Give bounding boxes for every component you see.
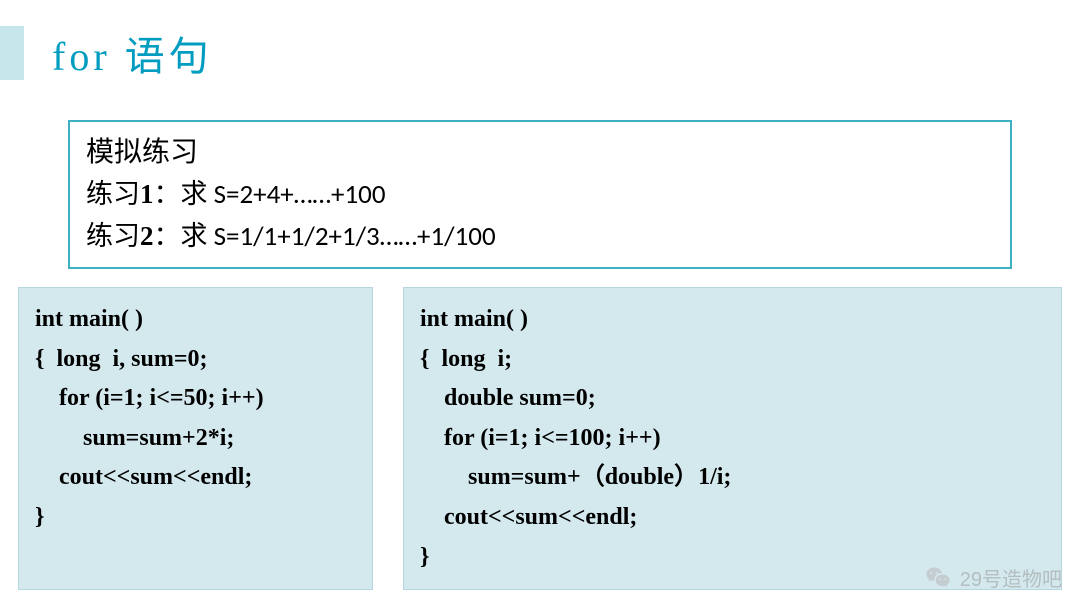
exercise-1-equation: ：求 S=2+4+……+100 [154, 178, 386, 211]
header-accent-bar [0, 26, 24, 80]
exercise-2-label: 练习 [86, 221, 140, 251]
problem-box: 模拟练习 练习1：求 S=2+4+……+100 练习2：求 S=1/1+1/2+… [68, 120, 1012, 269]
exercise-1-label: 练习 [86, 179, 140, 209]
code-section: int main( ) { long i, sum=0; for (i=1; i… [0, 287, 1080, 590]
exercise-1: 练习1：求 S=2+4+……+100 [86, 174, 994, 216]
exercise-2-equation: ：求 S=1/1+1/2+1/3……+1/100 [154, 220, 496, 253]
wechat-icon [924, 564, 952, 592]
code-box-left: int main( ) { long i, sum=0; for (i=1; i… [18, 287, 373, 590]
slide-header: for 语句 [0, 0, 1080, 92]
exercise-2-number: 2 [140, 221, 154, 251]
watermark: 29号造物吧 [924, 563, 1062, 592]
slide-title: for 语句 [52, 24, 213, 82]
watermark-text: 29号造物吧 [960, 563, 1062, 592]
exercise-1-number: 1 [140, 179, 154, 209]
exercise-2: 练习2：求 S=1/1+1/2+1/3……+1/100 [86, 216, 994, 258]
problem-heading: 模拟练习 [86, 132, 994, 174]
code-box-right: int main( ) { long i; double sum=0; for … [403, 287, 1062, 590]
